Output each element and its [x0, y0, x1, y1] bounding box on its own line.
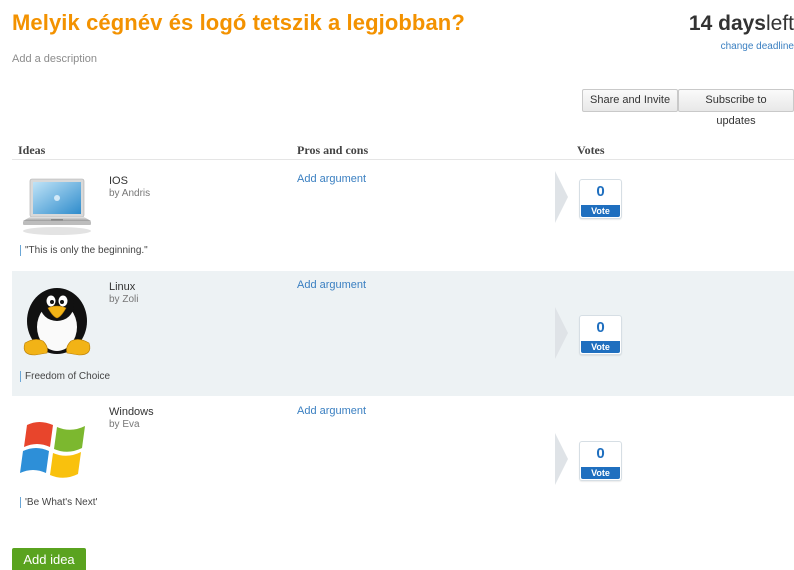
- idea-name: Windows: [109, 406, 154, 418]
- vote-count: 0: [596, 319, 605, 336]
- page-title: Melyik cégnév és logó tetszik a legjobba…: [12, 10, 465, 35]
- idea-author: by Eva: [109, 419, 140, 430]
- days-count: 14 days: [688, 12, 766, 35]
- chevron-right-icon: [555, 171, 568, 223]
- vote-button[interactable]: 0 Vote: [579, 179, 622, 219]
- tux-penguin-icon: [23, 288, 91, 356]
- vote-count: 0: [596, 445, 605, 462]
- idea-author: by Andris: [109, 188, 151, 199]
- vote-label[interactable]: Vote: [581, 341, 620, 353]
- table-row: Linux by Zoli Add argument Freedom of Ch…: [12, 271, 794, 396]
- vote-button[interactable]: 0 Vote: [579, 441, 622, 481]
- add-argument-link[interactable]: Add argument: [297, 173, 366, 185]
- table-row: IOS by Andris Add argument "This is only…: [12, 161, 794, 270]
- vote-button[interactable]: 0 Vote: [579, 315, 622, 355]
- laptop-icon: [23, 178, 91, 235]
- column-header-votes: Votes: [577, 143, 605, 157]
- idea-slogan: "This is only the beginning.": [20, 245, 148, 256]
- add-argument-link[interactable]: Add argument: [297, 405, 366, 417]
- vote-label[interactable]: Vote: [581, 205, 620, 217]
- chevron-right-icon: [555, 307, 568, 359]
- add-idea-button[interactable]: Add idea: [12, 548, 86, 570]
- column-header-ideas: Ideas: [18, 143, 46, 157]
- chevron-right-icon: [555, 433, 568, 485]
- share-invite-button[interactable]: Share and Invite: [582, 89, 679, 112]
- idea-name: IOS: [109, 175, 128, 187]
- idea-slogan: 'Be What's Next': [20, 497, 97, 508]
- days-suffix: left: [765, 12, 794, 35]
- change-deadline-link[interactable]: change deadline: [721, 41, 794, 52]
- idea-author: by Zoli: [109, 294, 139, 305]
- windows-logo-icon: [20, 422, 85, 478]
- idea-slogan: Freedom of Choice: [20, 371, 110, 382]
- idea-name: Linux: [109, 281, 136, 293]
- table-header: Ideas Pros and cons Votes: [12, 140, 794, 160]
- days-left: 14 daysleft: [689, 12, 794, 36]
- add-argument-link[interactable]: Add argument: [297, 279, 366, 291]
- subscribe-button[interactable]: Subscribe to updates: [678, 89, 794, 127]
- column-header-pros-cons: Pros and cons: [297, 143, 369, 157]
- vote-label[interactable]: Vote: [581, 467, 620, 479]
- description-placeholder[interactable]: Add a description: [12, 53, 97, 65]
- table-row: Windows by Eva Add argument 'Be What's N…: [12, 397, 794, 522]
- vote-count: 0: [596, 183, 605, 200]
